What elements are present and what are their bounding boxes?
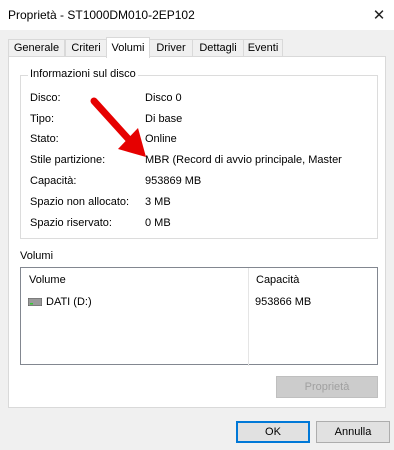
column-separator (248, 268, 249, 366)
button-label: Proprietà (304, 381, 350, 393)
close-icon: ✕ (372, 7, 386, 24)
disk-value: Disco 0 (145, 92, 182, 104)
button-label: Annulla (334, 426, 372, 438)
status-label: Stato: (30, 133, 59, 145)
reserved-label: Spazio riservato: (30, 217, 112, 229)
tab-driver[interactable]: Driver (149, 39, 193, 56)
red-arrow-icon (90, 97, 146, 157)
tab-volumi[interactable]: Volumi (106, 37, 150, 58)
unallocated-value: 3 MB (145, 196, 171, 208)
tab-dettagli[interactable]: Dettagli (192, 39, 244, 56)
tab-generale[interactable]: Generale (8, 39, 65, 56)
title-bar: Proprietà - ST1000DM010-2EP102 ✕ (0, 0, 394, 30)
volumes-list[interactable]: Volume Capacità DATI (D:) 953866 MB (20, 267, 378, 366)
tab-label: Criteri (71, 42, 101, 54)
properties-button[interactable]: Proprietà (276, 376, 378, 398)
button-label: OK (265, 426, 281, 438)
column-label: Capacità (256, 274, 300, 286)
table-row[interactable]: DATI (D:) 953866 MB (21, 292, 377, 312)
capacity-label: Capacità: (30, 175, 77, 187)
type-label: Tipo: (30, 113, 55, 125)
volumes-title: Volumi (20, 250, 54, 262)
unallocated-label: Spazio non allocato: (30, 196, 130, 208)
tab-label: Dettagli (199, 42, 237, 54)
cancel-button[interactable]: Annulla (316, 421, 390, 443)
column-label: Volume (29, 274, 66, 286)
ok-button[interactable]: OK (236, 421, 310, 443)
volume-capacity: 953866 MB (255, 296, 312, 308)
tab-label: Driver (156, 42, 186, 54)
disk-info-title: Informazioni sul disco (28, 68, 138, 80)
close-button[interactable]: ✕ (364, 0, 394, 30)
column-header-capacity[interactable]: Capacità (248, 268, 378, 292)
disk-label: Disco: (30, 92, 61, 104)
volume-name: DATI (D:) (46, 296, 92, 308)
tab-label: Eventi (247, 42, 279, 54)
tab-label: Generale (13, 42, 60, 54)
window-title: Proprietà - ST1000DM010-2EP102 (8, 8, 195, 22)
drive-icon (28, 298, 42, 306)
partition-style-value: MBR (Record di avvio principale, Master (145, 154, 342, 166)
column-header-volume[interactable]: Volume (21, 268, 248, 292)
reserved-value: 0 MB (145, 217, 171, 229)
tab-criteri[interactable]: Criteri (65, 39, 107, 56)
tab-label: Volumi (111, 42, 145, 54)
capacity-value: 953869 MB (145, 175, 202, 187)
type-value: Di base (145, 113, 183, 125)
tab-eventi[interactable]: Eventi (243, 39, 283, 56)
